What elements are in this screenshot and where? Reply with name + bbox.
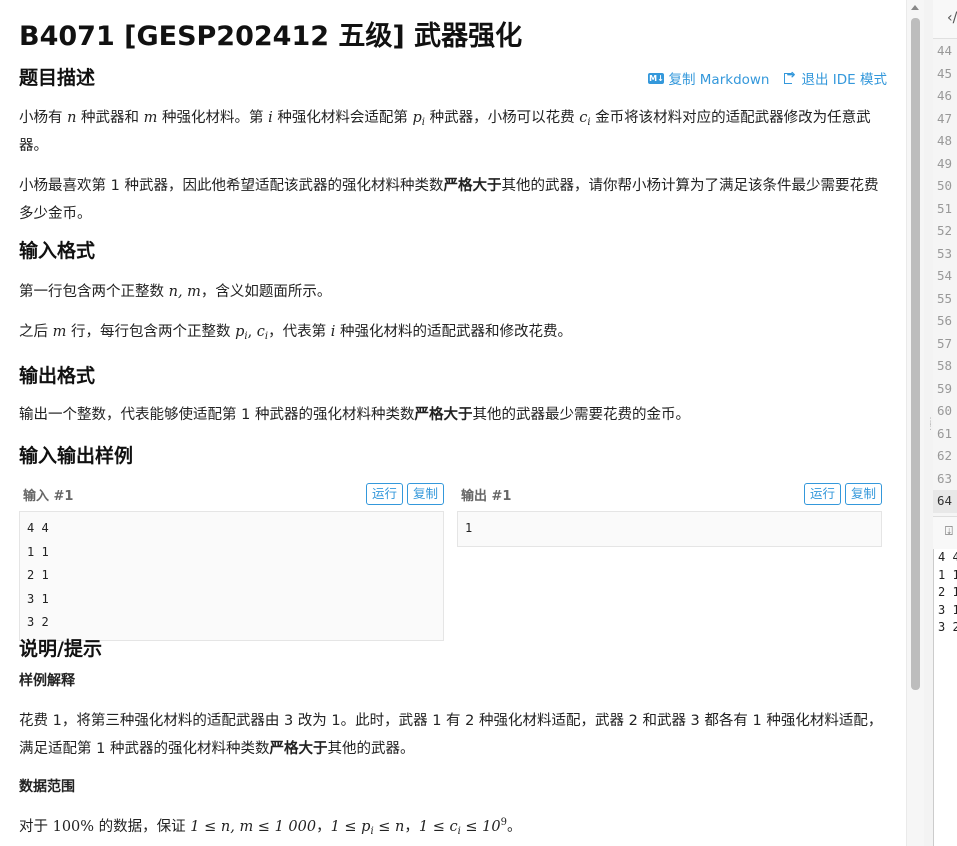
io-line: 3 1: [938, 602, 957, 617]
input-paragraph-1: 第一行包含两个正整数 n, m，含义如题面所示。: [19, 284, 332, 300]
line-number: 49: [937, 155, 953, 171]
line-number: 47: [937, 110, 953, 126]
line-number: 58: [937, 358, 953, 373]
problem-actions: M↓ 复制 Markdown 退出 IDE 模式: [648, 68, 887, 88]
description-paragraph-2: 小杨最喜欢第 1 种武器，因此他希望适配该武器的强化材料种类数严格大于其他的武器…: [19, 178, 879, 222]
code-icon[interactable]: ‹/: [947, 10, 957, 26]
scroll-up-arrow-icon[interactable]: [911, 5, 919, 10]
line-number: 48: [937, 133, 953, 148]
sample-input-copy-button[interactable]: 复制: [406, 483, 444, 505]
editor-toolbar: ‹/: [933, 0, 957, 39]
io-toolbar: ⍗: [933, 516, 957, 550]
line-number: 54: [937, 268, 953, 283]
line-number: 59: [937, 380, 953, 396]
output-paragraph: 输出一个整数，代表能够使适配第 1 种武器的强化材料种类数严格大于其他的武器最少…: [19, 407, 690, 423]
line-number: 60: [937, 403, 953, 418]
sample-input-block: 输入 #1 运行 复制 4 4 1 1 2 1 3 1 3 2: [19, 483, 444, 641]
line-number: 45: [937, 65, 953, 81]
line-number: 57: [937, 335, 953, 351]
section-samples-heading: 输入输出样例: [19, 445, 134, 467]
io-line: 2 1: [938, 585, 957, 599]
data-range-paragraph: 对于 100% 的数据，保证 1 ≤ n, m ≤ 1 000，1 ≤ pi ≤…: [19, 817, 522, 837]
section-output-heading: 输出格式: [19, 365, 96, 387]
explain-paragraph: 花费 1，将第三种强化材料的适配武器由 3 改为 1。此时，武器 1 有 2 种…: [19, 713, 883, 757]
sample-output-label: 输出 #1: [461, 489, 512, 504]
line-number: 53: [937, 245, 953, 261]
sample-input-run-button[interactable]: 运行: [365, 483, 403, 505]
exit-icon: [783, 68, 798, 84]
line-number: 52: [937, 223, 953, 238]
problem-panel: B4071 [GESP202412 五级] 武器强化 题目描述 M↓ 复制 Ma…: [0, 0, 906, 846]
sample-output-content: 1: [457, 511, 882, 547]
line-number: 55: [937, 290, 953, 306]
sample-explain-heading: 样例解释: [19, 673, 75, 689]
problem-scrollbar[interactable]: [906, 0, 924, 846]
copy-markdown-button[interactable]: M↓ 复制 Markdown: [648, 68, 770, 88]
line-number: 63: [937, 470, 953, 486]
line-number: 56: [937, 313, 953, 328]
input-paragraph-2: 之后 m 行，每行包含两个正整数 pi, ci，代表第 i 种强化材料的适配武器…: [19, 324, 572, 342]
line-number: 44: [937, 43, 953, 58]
sample-input-content: 4 4 1 1 2 1 3 1 3 2: [19, 511, 444, 641]
section-hint-heading: 说明/提示: [19, 638, 102, 660]
line-number: 50: [937, 178, 953, 193]
problem-title: B4071 [GESP202412 五级] 武器强化: [19, 21, 523, 52]
sample-output-run-button[interactable]: 运行: [803, 483, 841, 505]
io-toggle-icon[interactable]: ⍗: [945, 524, 953, 539]
data-range-heading: 数据范围: [19, 779, 75, 795]
section-description-heading: 题目描述: [19, 67, 96, 89]
description-paragraph-1: 小杨有 n 种武器和 m 种强化材料。第 i 种强化材料会适配第 pi 种武器，…: [19, 110, 871, 154]
markdown-icon: M↓: [648, 72, 665, 84]
code-editor-panel: ‹/ 44 45 46 47 48 49 50 51 52 53 54 55 56 57 58 59 60 61 6…: [933, 0, 957, 846]
io-line: 3 2: [938, 620, 957, 634]
line-number: 64: [933, 490, 957, 513]
section-input-heading: 输入格式: [19, 240, 96, 262]
io-line: 4 4: [938, 550, 957, 564]
line-number-gutter: 44 45 46 47 48 49 50 51 52 53 54 55 56 57 58 59 60 61 62 63…: [933, 40, 957, 513]
custom-input-area[interactable]: 4 4 1 1 2 1 3 1 3 2: [933, 549, 957, 846]
scrollbar-thumb[interactable]: [911, 18, 920, 690]
io-line: 1 1: [938, 567, 957, 582]
panel-splitter[interactable]: ⋮ ⋮: [924, 0, 935, 846]
line-number: 46: [937, 88, 953, 103]
sample-output-block: 输出 #1 运行 复制 1: [457, 483, 882, 547]
exit-ide-button[interactable]: 退出 IDE 模式: [783, 68, 887, 88]
sample-input-label: 输入 #1: [23, 489, 74, 504]
sample-output-copy-button[interactable]: 复制: [844, 483, 882, 505]
line-number: 62: [937, 448, 953, 463]
line-number: 61: [937, 425, 953, 441]
line-number: 51: [937, 200, 953, 216]
